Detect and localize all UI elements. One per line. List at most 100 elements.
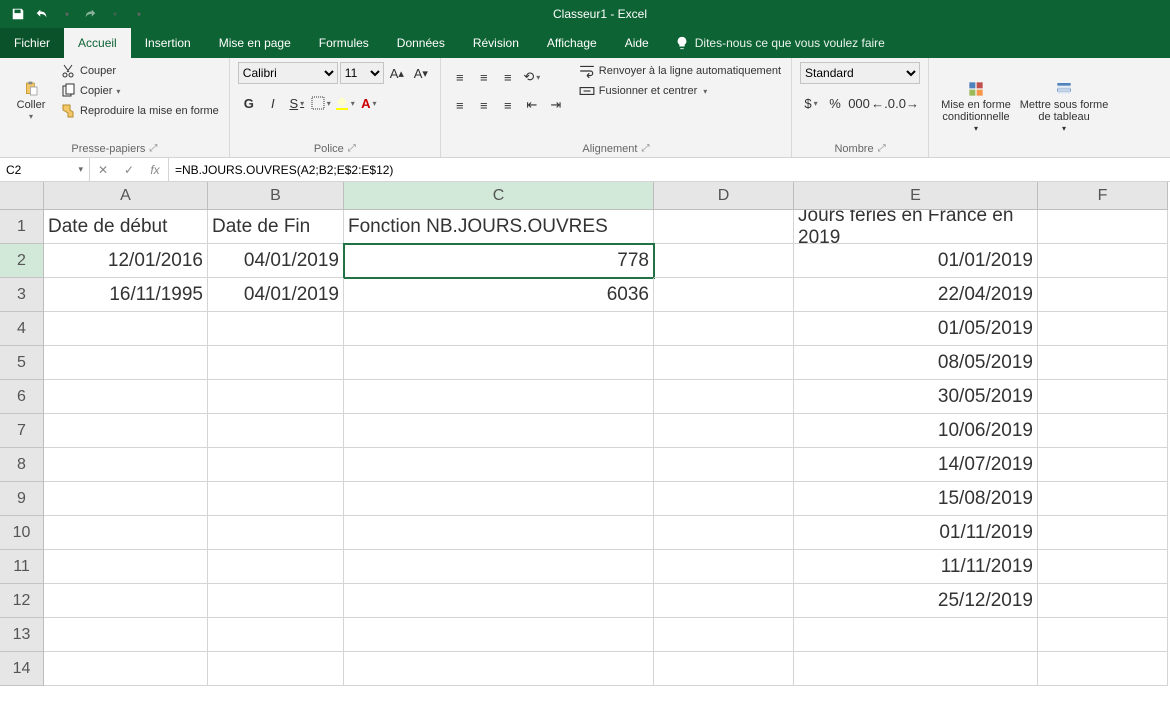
row-header-10[interactable]: 10 [0,516,44,550]
tab-insertion[interactable]: Insertion [131,28,205,58]
cell-F5[interactable] [1038,346,1168,380]
cell-F14[interactable] [1038,652,1168,686]
decrease-indent-button[interactable]: ⇤ [521,94,543,116]
row-header-3[interactable]: 3 [0,278,44,312]
cells-area[interactable]: Date de débutDate de FinFonction NB.JOUR… [44,210,1168,686]
cell-D10[interactable] [654,516,794,550]
row-header-8[interactable]: 8 [0,448,44,482]
cell-E5[interactable]: 08/05/2019 [794,346,1038,380]
cell-F11[interactable] [1038,550,1168,584]
cell-E2[interactable]: 01/01/2019 [794,244,1038,278]
orientation-button[interactable]: ⟲ [521,66,543,88]
row-header-9[interactable]: 9 [0,482,44,516]
cell-E12[interactable]: 25/12/2019 [794,584,1038,618]
column-header-B[interactable]: B [208,182,344,210]
conditional-formatting-button[interactable]: Mise en forme conditionnelle▾ [937,62,1015,153]
cell-B9[interactable] [208,482,344,516]
decrease-decimal-button[interactable]: .0→ [896,92,918,114]
cell-D14[interactable] [654,652,794,686]
cell-A7[interactable] [44,414,208,448]
row-header-6[interactable]: 6 [0,380,44,414]
enter-formula-button[interactable]: ✓ [116,158,142,181]
cell-E9[interactable]: 15/08/2019 [794,482,1038,516]
format-as-table-button[interactable]: Mettre sous forme de tableau▾ [1019,62,1109,153]
insert-function-button[interactable]: fx [142,158,168,181]
italic-button[interactable]: I [262,92,284,114]
row-header-13[interactable]: 13 [0,618,44,652]
cell-A5[interactable] [44,346,208,380]
cell-B6[interactable] [208,380,344,414]
column-header-A[interactable]: A [44,182,208,210]
customize-qa-dropdown[interactable] [126,2,150,26]
cell-C5[interactable] [344,346,654,380]
cell-F3[interactable] [1038,278,1168,312]
save-icon[interactable] [6,2,30,26]
select-all-corner[interactable] [0,182,44,210]
font-size-select[interactable]: 11 [340,62,384,84]
cell-F8[interactable] [1038,448,1168,482]
cell-C10[interactable] [344,516,654,550]
row-header-12[interactable]: 12 [0,584,44,618]
row-header-7[interactable]: 7 [0,414,44,448]
cell-D7[interactable] [654,414,794,448]
cell-C6[interactable] [344,380,654,414]
cell-E3[interactable]: 22/04/2019 [794,278,1038,312]
cell-C8[interactable] [344,448,654,482]
cell-A3[interactable]: 16/11/1995 [44,278,208,312]
row-header-11[interactable]: 11 [0,550,44,584]
cell-A14[interactable] [44,652,208,686]
cell-F13[interactable] [1038,618,1168,652]
undo-dropdown[interactable] [54,2,78,26]
tab-révision[interactable]: Révision [459,28,533,58]
tab-file[interactable]: Fichier [0,28,64,58]
align-bottom-button[interactable]: ≡ [497,66,519,88]
name-box[interactable]: ▾ [0,158,90,181]
cell-C11[interactable] [344,550,654,584]
tab-données[interactable]: Données [383,28,459,58]
increase-decimal-button[interactable]: ←.0 [872,92,894,114]
row-header-4[interactable]: 4 [0,312,44,346]
tab-affichage[interactable]: Affichage [533,28,611,58]
cell-A9[interactable] [44,482,208,516]
redo-icon[interactable] [78,2,102,26]
percent-format-button[interactable]: % [824,92,846,114]
align-center-button[interactable]: ≡ [473,94,495,116]
cell-C14[interactable] [344,652,654,686]
cell-B14[interactable] [208,652,344,686]
cell-E1[interactable]: Jours fériés en France en 2019 [794,210,1038,244]
fill-color-button[interactable] [334,92,356,114]
alignment-launcher[interactable]: ⤢ [641,143,649,155]
font-name-select[interactable]: Calibri [238,62,338,84]
cell-C1[interactable]: Fonction NB.JOURS.OUVRES [344,210,654,244]
cell-E8[interactable]: 14/07/2019 [794,448,1038,482]
cell-C9[interactable] [344,482,654,516]
tab-accueil[interactable]: Accueil [64,28,131,58]
row-header-1[interactable]: 1 [0,210,44,244]
cell-B5[interactable] [208,346,344,380]
number-format-select[interactable]: Standard [800,62,920,84]
tab-mise-en-page[interactable]: Mise en page [205,28,305,58]
row-header-14[interactable]: 14 [0,652,44,686]
decrease-font-button[interactable]: A▾ [410,62,432,84]
cell-B2[interactable]: 04/01/2019 [208,244,344,278]
cell-B10[interactable] [208,516,344,550]
cell-B13[interactable] [208,618,344,652]
row-header-5[interactable]: 5 [0,346,44,380]
cell-B11[interactable] [208,550,344,584]
wrap-text-button[interactable]: Renvoyer à la ligne automatiquement [577,62,783,80]
cell-A2[interactable]: 12/01/2016 [44,244,208,278]
bold-button[interactable]: G [238,92,260,114]
increase-font-button[interactable]: A▴ [386,62,408,84]
tell-me-search[interactable]: Dites-nous ce que vous voulez faire [663,28,897,58]
cell-E7[interactable]: 10/06/2019 [794,414,1038,448]
cell-F1[interactable] [1038,210,1168,244]
cell-D5[interactable] [654,346,794,380]
underline-button[interactable]: S [286,92,308,114]
cell-E10[interactable]: 01/11/2019 [794,516,1038,550]
cell-D2[interactable] [654,244,794,278]
cell-E11[interactable]: 11/11/2019 [794,550,1038,584]
cell-B1[interactable]: Date de Fin [208,210,344,244]
column-header-C[interactable]: C [344,182,654,210]
cell-F6[interactable] [1038,380,1168,414]
cell-B3[interactable]: 04/01/2019 [208,278,344,312]
